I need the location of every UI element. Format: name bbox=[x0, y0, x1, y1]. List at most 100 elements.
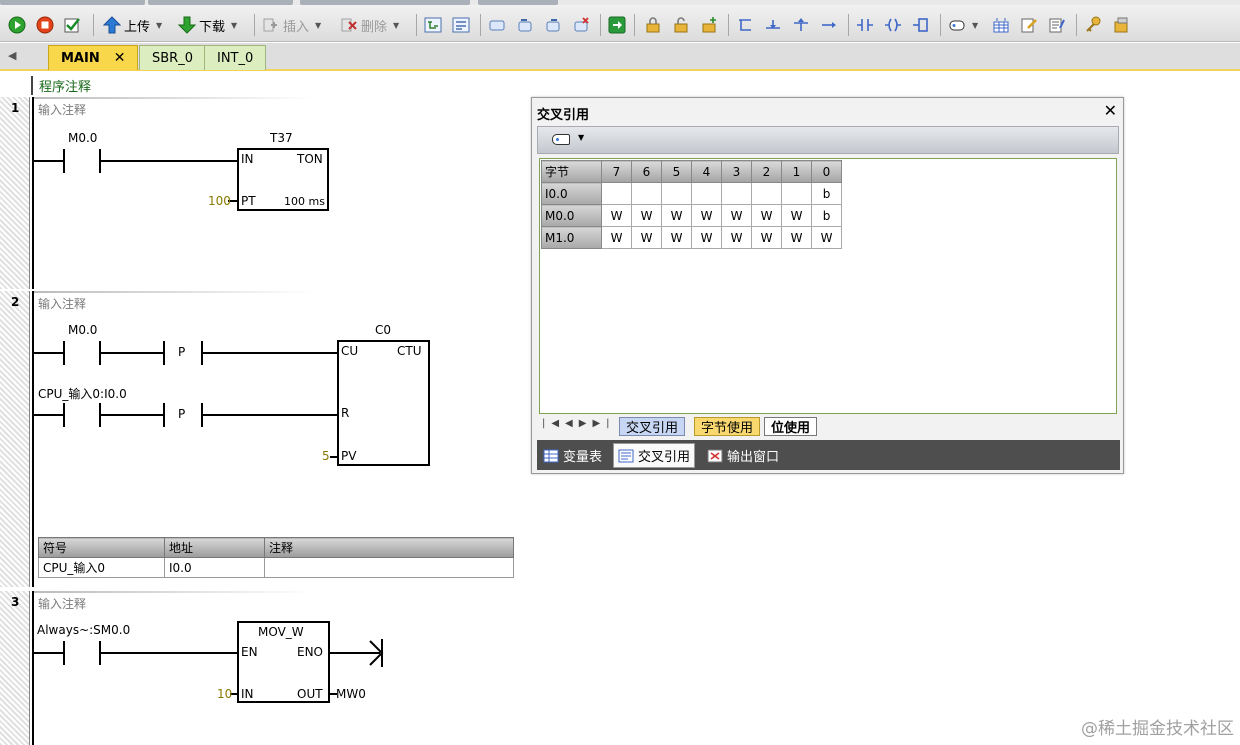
move-out-address[interactable]: MW0 bbox=[336, 687, 366, 701]
bit-usage-cell[interactable] bbox=[601, 182, 632, 205]
compare-view-button[interactable] bbox=[452, 14, 470, 36]
contact-address[interactable]: M0.0 bbox=[68, 323, 97, 337]
sheet-tab-cross-reference[interactable]: 交叉引用 bbox=[619, 417, 686, 436]
network-1[interactable]: 1 输入注释 M0.0 T37 IN TON PT 100 ms 100 bbox=[0, 97, 530, 289]
insert-button[interactable]: 插入 ▼ bbox=[262, 14, 321, 36]
lock-plus-icon bbox=[702, 17, 716, 33]
properties-button[interactable] bbox=[1048, 14, 1066, 36]
redo-button[interactable] bbox=[544, 14, 562, 36]
unlock-button[interactable] bbox=[672, 14, 690, 36]
insert-right-line-button[interactable] bbox=[820, 14, 838, 36]
table-row[interactable]: M1.0 W W W W W W W W bbox=[541, 226, 842, 249]
bit-usage-cell[interactable] bbox=[631, 182, 662, 205]
goto-arrow-icon bbox=[608, 16, 626, 34]
move-in-value[interactable]: 10 bbox=[217, 687, 232, 701]
insert-label: 插入 bbox=[283, 19, 310, 35]
cross-reference-panel: 交叉引用 ✕ ▼ 字节 7 6 5 4 3 2 1 0 I0.0 b M0.0 … bbox=[531, 97, 1124, 474]
table-row[interactable]: CPU_输入0 I0.0 bbox=[38, 557, 514, 578]
insert-box-button[interactable] bbox=[912, 14, 930, 36]
counter-preset-value[interactable]: 5 bbox=[322, 449, 330, 463]
undo-button[interactable] bbox=[516, 14, 534, 36]
library-icon bbox=[1114, 17, 1128, 33]
insert-coil-button[interactable] bbox=[884, 14, 902, 36]
bit-usage-cell[interactable]: W bbox=[721, 204, 752, 227]
insert-up-line-button[interactable] bbox=[792, 14, 810, 36]
bit-usage-cell[interactable]: W bbox=[751, 226, 782, 249]
bit-usage-cell[interactable]: W bbox=[781, 204, 812, 227]
insert-branch-button[interactable] bbox=[736, 14, 754, 36]
bit-usage-cell[interactable]: W bbox=[691, 204, 722, 227]
bit-usage-cell[interactable]: W bbox=[781, 226, 812, 249]
sheet-tab-byte-usage[interactable]: 字节使用 bbox=[694, 417, 761, 436]
toolbar-top-strip bbox=[0, 0, 1240, 5]
sheet-nav-arrows-icon[interactable]: |◀◀▶▶| bbox=[542, 418, 616, 429]
goto-button[interactable] bbox=[608, 14, 626, 36]
program-comment[interactable]: 程序注释 bbox=[31, 76, 91, 95]
compile-button[interactable] bbox=[63, 14, 81, 36]
tab-variable-table[interactable]: 变量表 bbox=[539, 443, 606, 468]
symbol-cell[interactable]: CPU_输入0 bbox=[38, 557, 165, 578]
sheet-tab-bit-usage[interactable]: 位使用 bbox=[764, 417, 818, 436]
tag-menu-button[interactable]: ▼ bbox=[948, 14, 978, 36]
bit-usage-cell[interactable] bbox=[721, 182, 752, 205]
library-button[interactable] bbox=[1112, 14, 1130, 36]
address-cell[interactable]: I0.0 bbox=[164, 557, 265, 578]
bit-usage-cell[interactable]: W bbox=[691, 226, 722, 249]
bit-usage-cell[interactable]: W bbox=[661, 204, 692, 227]
download-button[interactable]: 下载 ▼ bbox=[178, 14, 237, 36]
insert-down-line-button[interactable] bbox=[764, 14, 782, 36]
bit-usage-cell[interactable] bbox=[691, 182, 722, 205]
bit-usage-cell[interactable]: W bbox=[601, 226, 632, 249]
table-row[interactable]: I0.0 b bbox=[541, 182, 842, 205]
counter-name[interactable]: C0 bbox=[375, 323, 391, 337]
stop-button[interactable] bbox=[36, 14, 54, 36]
symbol-table-button[interactable] bbox=[992, 14, 1010, 36]
close-icon[interactable]: ✕ bbox=[1104, 101, 1117, 120]
lock-button[interactable] bbox=[644, 14, 662, 36]
bit-usage-cell[interactable]: b bbox=[811, 204, 842, 227]
tab-cross-reference[interactable]: 交叉引用 bbox=[613, 443, 696, 468]
lock-all-button[interactable] bbox=[700, 14, 718, 36]
tab-scroll-left-icon[interactable]: ◀ bbox=[8, 49, 16, 62]
network-3[interactable]: 3 输入注释 Always~:SM0.0 MOV_W EN ENO IN OUT… bbox=[0, 591, 530, 745]
bit-usage-cell[interactable]: W bbox=[751, 204, 782, 227]
tab-int-0[interactable]: INT_0 bbox=[204, 45, 267, 70]
chevron-down-icon[interactable]: ▼ bbox=[578, 133, 584, 142]
delete-button[interactable]: 删除 ▼ bbox=[340, 14, 399, 36]
comment-cell[interactable] bbox=[264, 557, 514, 578]
bit-usage-cell[interactable]: W bbox=[631, 226, 662, 249]
compare-view-icon bbox=[452, 17, 470, 33]
bit-usage-cell[interactable]: W bbox=[721, 226, 752, 249]
clear-button[interactable] bbox=[572, 14, 590, 36]
password-button[interactable] bbox=[1084, 14, 1102, 36]
network-view-button[interactable] bbox=[424, 14, 442, 36]
run-button[interactable] bbox=[8, 14, 26, 36]
bit-usage-cell[interactable] bbox=[661, 182, 692, 205]
bit-usage-cell[interactable]: W bbox=[811, 226, 842, 249]
timer-name[interactable]: T37 bbox=[270, 131, 293, 145]
chevron-down-icon: ▼ bbox=[231, 20, 238, 30]
comment-toggle-button[interactable] bbox=[488, 14, 506, 36]
bit-usage-cell[interactable]: W bbox=[601, 204, 632, 227]
compile-check-icon bbox=[64, 18, 80, 33]
bit-usage-cell[interactable] bbox=[781, 182, 812, 205]
counter-r-pin: R bbox=[341, 406, 350, 420]
bit-usage-cell[interactable]: W bbox=[661, 226, 692, 249]
symbol-table: 符号 地址 注释 CPU_输入0 I0.0 bbox=[38, 537, 514, 578]
tab-main[interactable]: MAIN ✕ bbox=[48, 45, 139, 70]
bit-usage-cell[interactable]: W bbox=[631, 204, 662, 227]
contact-address[interactable]: M0.0 bbox=[68, 131, 97, 145]
bit-usage-cell[interactable]: b bbox=[811, 182, 842, 205]
bit-usage-cell[interactable] bbox=[751, 182, 782, 205]
tag-icon[interactable] bbox=[552, 134, 570, 145]
upload-button[interactable]: 上传 ▼ bbox=[103, 14, 162, 36]
edit-button[interactable] bbox=[1020, 14, 1038, 36]
insert-contact-button[interactable] bbox=[856, 14, 874, 36]
timer-preset-value[interactable]: 100 bbox=[208, 194, 231, 208]
close-icon[interactable]: ✕ bbox=[114, 50, 126, 66]
table-row[interactable]: M0.0 W W W W W W W b bbox=[541, 204, 842, 227]
tab-sbr-0[interactable]: SBR_0 bbox=[139, 45, 206, 70]
contact-address[interactable]: Always~:SM0.0 bbox=[37, 623, 130, 637]
tab-output-window[interactable]: 输出窗口 bbox=[703, 443, 783, 468]
contact-address[interactable]: CPU_输入0:I0.0 bbox=[38, 385, 127, 402]
